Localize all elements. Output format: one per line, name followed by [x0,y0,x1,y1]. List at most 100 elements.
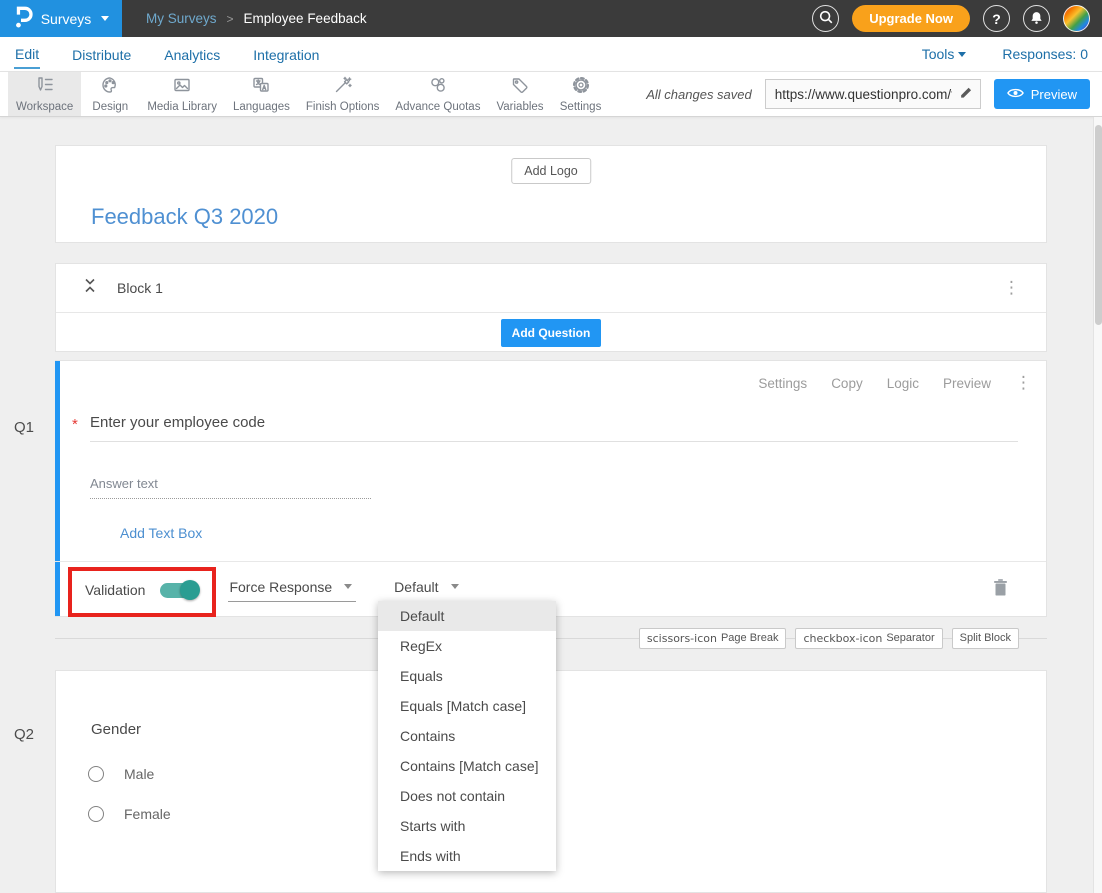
responses-count[interactable]: Responses: 0 [1002,46,1088,62]
add-question-row: Add Question [56,313,1046,352]
menu-item-regex[interactable]: RegEx [378,631,556,661]
toolbar-item-settings[interactable]: Settings [552,72,610,116]
preview-button[interactable]: Preview [994,79,1090,109]
question-1-card: Settings Copy Logic Preview ⋮ * Enter yo… [55,360,1047,617]
menu-item-equals[interactable]: Equals [378,661,556,691]
preview-label: Preview [1031,87,1077,102]
q1-side-label: Q1 [14,419,34,436]
help-button[interactable]: ? [983,5,1010,32]
survey-title[interactable]: Feedback Q3 2020 [91,204,278,230]
workspace-icon [35,75,55,98]
separator-button[interactable]: checkbox-icon Separator [795,628,942,649]
validation-type-menu: Default RegEx Equals Equals [Match case]… [378,601,556,871]
menu-item-equals-match-case[interactable]: Equals [Match case] [378,691,556,721]
validation-type-dropdown[interactable]: Default [393,579,462,602]
toolbar-item-label: Languages [233,101,290,113]
scrollbar-track [1093,117,1102,893]
question-logic-link[interactable]: Logic [887,376,919,391]
breadcrumb: My Surveys > Employee Feedback [146,11,367,26]
top-bar: Surveys My Surveys > Employee Feedback U… [0,0,1102,37]
menu-item-contains-match-case[interactable]: Contains [Match case] [378,751,556,781]
question-title-underline [90,441,1018,442]
page-break-label: Page Break [721,632,778,645]
image-icon [172,75,192,98]
caret-down-icon [958,52,966,57]
bell-icon [1029,10,1044,28]
required-asterisk: * [72,416,78,433]
edit-url-pencil-icon[interactable] [957,85,975,103]
question-title[interactable]: Gender [91,721,141,738]
toolbar-item-label: Advance Quotas [395,101,480,113]
menu-item-contains[interactable]: Contains [378,721,556,751]
tab-analytics[interactable]: Analytics [163,40,221,68]
menu-item-default[interactable]: Default [378,601,556,631]
caret-down-icon [344,584,352,589]
menu-item-ends-with[interactable]: Ends with [378,841,556,871]
question-preview-link[interactable]: Preview [943,376,991,391]
radio-option-female[interactable]: Female [88,806,171,822]
questionpro-logo-icon [13,4,33,34]
answer-text-input[interactable]: Answer text [90,476,158,491]
question-copy-link[interactable]: Copy [831,376,863,391]
split-block-label: Split Block [960,632,1011,645]
gear-icon [571,75,591,98]
question-title[interactable]: Enter your employee code [90,414,265,431]
block-kebab-menu-icon[interactable]: ⋮ [1003,280,1020,297]
block-card: Block 1 ⋮ Add Question [55,263,1047,352]
links-icon [428,75,448,98]
separator-label: Separator [886,632,934,645]
menu-item-starts-with[interactable]: Starts with [378,811,556,841]
split-block-button[interactable]: Split Block [952,628,1019,649]
page-break-button[interactable]: scissors-icon Page Break [639,628,787,649]
force-response-dropdown[interactable]: Force Response [228,579,356,602]
tab-distribute[interactable]: Distribute [71,40,132,68]
survey-header-card: Add Logo Feedback Q3 2020 [55,145,1047,243]
toolbar-item-variables[interactable]: Variables [488,72,551,116]
collapse-block-icon[interactable] [84,278,96,298]
wand-icon [333,75,353,98]
breadcrumb-my-surveys[interactable]: My Surveys [146,11,217,26]
question-mark-icon: ? [992,11,1001,27]
breadcrumb-current-survey: Employee Feedback [244,11,367,26]
question-settings-link[interactable]: Settings [758,376,807,391]
nav-tab-bar: Edit Distribute Analytics Integration To… [0,37,1102,71]
toggle-knob [180,580,200,600]
menu-item-does-not-contain[interactable]: Does not contain [378,781,556,811]
force-response-label: Force Response [229,579,332,595]
product-switcher[interactable]: Surveys [0,0,122,37]
block-header: Block 1 ⋮ [56,264,1046,313]
avatar[interactable] [1063,5,1090,32]
toolbar-item-finish-options[interactable]: Finish Options [298,72,388,116]
tab-integration[interactable]: Integration [252,40,320,68]
question-kebab-menu-icon[interactable]: ⋮ [1015,375,1032,392]
add-question-button[interactable]: Add Question [501,319,602,347]
toolbar-item-design[interactable]: Design [81,72,139,116]
search-icon [818,9,834,28]
toolbar-item-advance-quotas[interactable]: Advance Quotas [387,72,488,116]
q2-side-label: Q2 [14,726,34,743]
delete-question-button[interactable] [992,578,1009,602]
search-button[interactable] [812,5,839,32]
trash-icon [992,584,1009,601]
checkbox-icon: checkbox-icon [803,632,882,645]
radio-circle-icon [88,766,104,782]
tab-edit[interactable]: Edit [14,39,40,69]
scrollbar-thumb[interactable] [1095,125,1102,325]
toolbar-item-label: Design [92,101,128,113]
survey-url-input[interactable] [765,79,981,109]
translate-icon [251,75,271,98]
add-logo-button[interactable]: Add Logo [511,158,591,184]
upgrade-now-button[interactable]: Upgrade Now [852,5,970,32]
toolbar-item-languages[interactable]: Languages [225,72,298,116]
notifications-button[interactable] [1023,5,1050,32]
radio-option-male[interactable]: Male [88,766,154,782]
add-text-box-link[interactable]: Add Text Box [120,525,202,541]
toolbar-item-workspace[interactable]: Workspace [8,72,81,116]
block-title[interactable]: Block 1 [117,280,163,296]
validation-toggle[interactable] [160,583,198,598]
toolbar-item-label: Workspace [16,101,73,113]
toolbar-item-media-library[interactable]: Media Library [139,72,225,116]
tag-icon [510,75,530,98]
tools-dropdown[interactable]: Tools [922,46,967,62]
eye-icon [1007,87,1024,102]
